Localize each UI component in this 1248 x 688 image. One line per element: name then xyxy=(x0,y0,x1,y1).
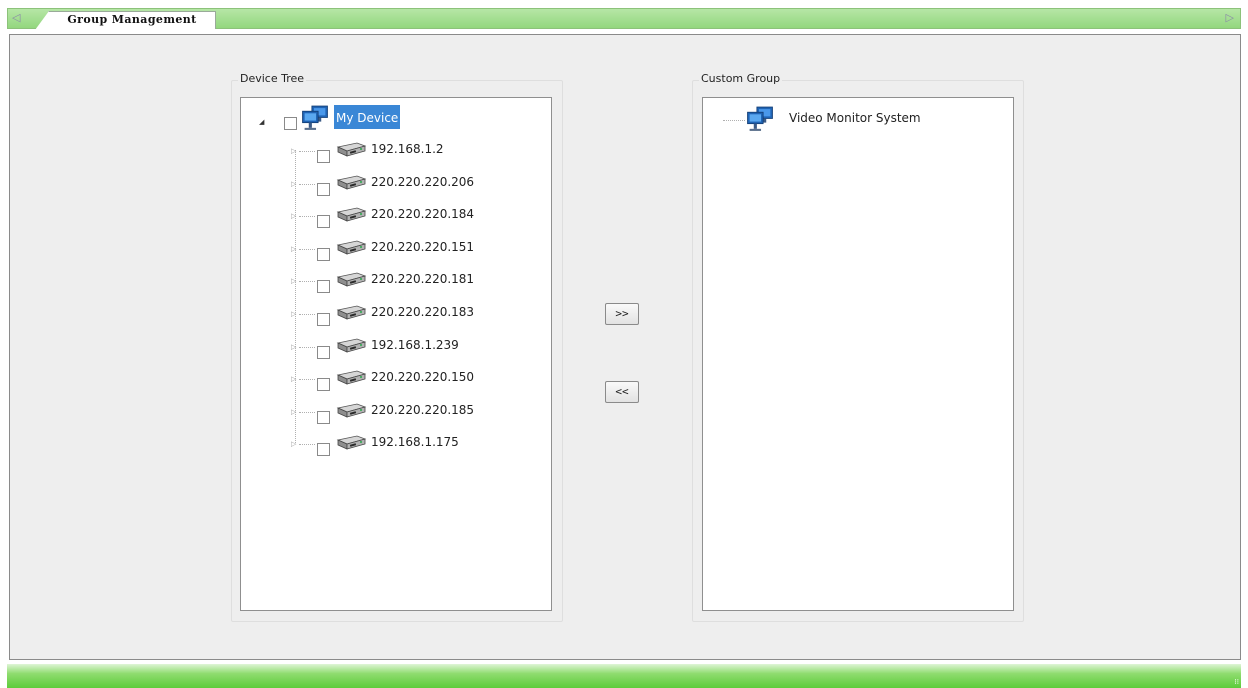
dvr-device-icon xyxy=(335,304,367,322)
dvr-device-icon xyxy=(335,239,367,257)
resize-grip-icon[interactable]: ⁞⁞ xyxy=(1235,679,1239,686)
custom-group-root[interactable]: Video Monitor System xyxy=(789,111,921,125)
dvr-device-icon xyxy=(335,271,367,289)
tree-item-device[interactable]: ▷ 220.220.220.184 xyxy=(241,205,541,229)
tree-expand-icon[interactable]: ▷ xyxy=(291,277,296,285)
device-tree[interactable]: ◢ My Device ▷ 192.168.1.2 ▷ 220.220.220.206… xyxy=(240,97,552,611)
tree-expand-icon[interactable]: ▷ xyxy=(291,180,296,188)
tree-item-device[interactable]: ▷ 220.220.220.150 xyxy=(241,368,541,392)
tab-group-management[interactable]: Group Management xyxy=(35,11,216,30)
tree-expand-icon[interactable]: ▷ xyxy=(291,375,296,383)
custom-group-tree[interactable]: Video Monitor System xyxy=(702,97,1014,611)
device-label: 220.220.220.206 xyxy=(371,174,475,189)
tree-item-device[interactable]: ▷ 192.168.1.2 xyxy=(241,140,541,163)
tree-item-device[interactable]: ▷ 220.220.220.183 xyxy=(241,303,541,326)
tree-connector xyxy=(299,444,315,446)
tab-label: Group Management xyxy=(67,13,197,26)
tree-expand-icon[interactable]: ▷ xyxy=(291,245,296,253)
dvr-device-icon xyxy=(335,337,367,355)
tree-root-label: My Device xyxy=(336,111,399,125)
dvr-device-icon xyxy=(335,206,367,224)
bottom-status-bar: ⁞⁞ xyxy=(7,664,1241,688)
root-checkbox[interactable] xyxy=(284,117,297,130)
device-checkbox[interactable] xyxy=(317,410,330,424)
device-checkbox[interactable] xyxy=(317,150,330,163)
device-label: 192.168.1.2 xyxy=(371,142,444,156)
device-tree-title: Device Tree xyxy=(238,72,307,85)
tree-expand-icon[interactable]: ▷ xyxy=(291,212,296,220)
monitors-icon xyxy=(300,105,330,132)
dvr-device-icon xyxy=(335,402,367,420)
tree-connector xyxy=(299,151,315,152)
device-label: 220.220.220.184 xyxy=(371,207,475,222)
device-checkbox[interactable] xyxy=(317,280,330,294)
dvr-device-icon xyxy=(335,434,367,452)
add-to-group-button[interactable]: >> xyxy=(605,303,639,325)
tree-expand-icon[interactable]: ▷ xyxy=(291,310,296,318)
tree-connector xyxy=(299,346,315,348)
tree-connector xyxy=(299,281,315,283)
device-checkbox[interactable] xyxy=(317,345,330,359)
device-label: 192.168.1.239 xyxy=(371,337,459,352)
tree-collapse-icon[interactable]: ◢ xyxy=(259,118,264,126)
device-checkbox[interactable] xyxy=(317,247,330,261)
tree-connector xyxy=(723,120,745,121)
dvr-device-icon xyxy=(335,369,367,387)
tree-connector xyxy=(299,379,315,381)
tree-item-device[interactable]: ▷ 192.168.1.239 xyxy=(241,336,541,359)
device-checkbox[interactable] xyxy=(317,313,330,326)
tree-item-device[interactable]: ▷ 220.220.220.185 xyxy=(241,401,541,424)
tree-root-my-device[interactable]: My Device xyxy=(334,105,401,129)
device-label: 220.220.220.151 xyxy=(371,239,475,254)
tree-expand-icon[interactable]: ▷ xyxy=(291,343,296,351)
device-checkbox[interactable] xyxy=(317,443,330,457)
device-checkbox[interactable] xyxy=(317,378,330,392)
device-label: 220.220.220.185 xyxy=(371,402,475,417)
main-panel: Device Tree ◢ My Device ▷ 192.168.1.2 ▷ 220… xyxy=(9,34,1241,660)
tree-item-device[interactable]: ▷ 220.220.220.206 xyxy=(241,173,541,196)
remove-from-group-button[interactable]: << xyxy=(605,381,639,403)
tree-expand-icon[interactable]: ▷ xyxy=(291,147,296,155)
device-label: 220.220.220.183 xyxy=(371,305,475,319)
monitors-icon xyxy=(745,106,775,133)
tree-expand-icon[interactable]: ▷ xyxy=(291,408,296,416)
tree-item-device[interactable]: ▷ 192.168.1.175 xyxy=(241,433,541,457)
tree-connector xyxy=(299,216,315,218)
tab-bar: ◁ Group Management ▷ xyxy=(7,8,1241,30)
tree-expand-icon[interactable]: ▷ xyxy=(291,440,296,448)
dvr-device-icon xyxy=(335,174,367,192)
device-label: 220.220.220.181 xyxy=(371,272,475,287)
device-label: 192.168.1.175 xyxy=(371,435,459,450)
tree-connector xyxy=(299,183,315,185)
tree-connector xyxy=(299,411,315,413)
device-checkbox[interactable] xyxy=(317,215,330,229)
tree-item-device[interactable]: ▷ 220.220.220.181 xyxy=(241,270,541,294)
device-checkbox[interactable] xyxy=(317,182,330,196)
device-label: 220.220.220.150 xyxy=(371,370,475,385)
tree-connector xyxy=(299,314,315,315)
tree-connector xyxy=(299,248,315,250)
tab-scroll-left-icon[interactable]: ◁ xyxy=(12,11,20,25)
tree-item-device[interactable]: ▷ 220.220.220.151 xyxy=(241,238,541,261)
custom-group-title: Custom Group xyxy=(699,72,783,85)
dvr-device-icon xyxy=(335,141,367,159)
tab-scroll-right-icon[interactable]: ▷ xyxy=(1226,11,1234,25)
